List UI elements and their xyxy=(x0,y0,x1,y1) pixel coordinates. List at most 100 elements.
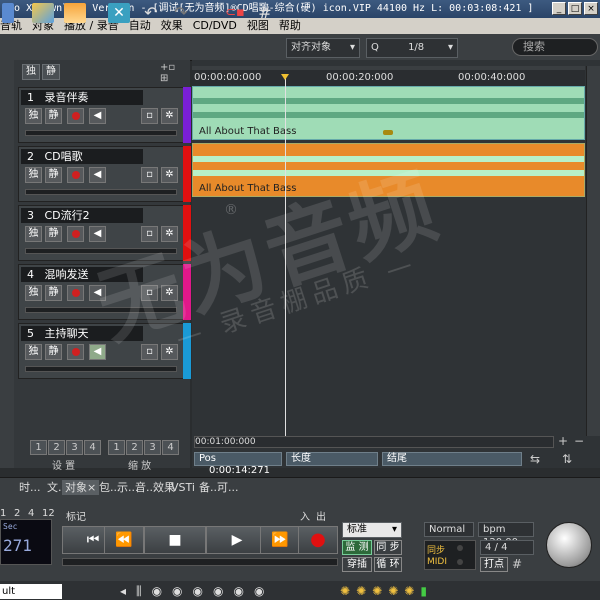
marker-num-2[interactable]: 2 xyxy=(14,508,20,519)
mute-button[interactable]: 静 xyxy=(45,108,62,124)
tab-object[interactable]: 对象× xyxy=(62,480,100,495)
fx-icon-5[interactable]: ✺ xyxy=(404,584,420,598)
lock-icon[interactable]: ▫ xyxy=(141,285,158,301)
zoom-num-2[interactable]: 2 xyxy=(126,440,143,455)
solo-button[interactable]: 独 xyxy=(25,167,42,183)
zoom-out-h-icon[interactable]: − xyxy=(574,435,586,448)
mute-button[interactable]: 静 xyxy=(45,285,62,301)
fit-h-icon[interactable]: ⇆ xyxy=(530,452,540,466)
punch-button[interactable]: 穿插 xyxy=(342,557,372,572)
snap-mode-dropdown[interactable]: 对齐对象 ▾ xyxy=(286,38,360,58)
play-button[interactable]: ▶ xyxy=(206,526,268,554)
zoom-num-1[interactable]: 1 xyxy=(108,440,125,455)
global-mute-button[interactable]: 静 xyxy=(42,64,60,80)
record-arm-button[interactable] xyxy=(67,108,84,124)
sync-button[interactable]: 同 步 xyxy=(374,540,402,555)
fx-snowflake-icon[interactable]: ✲ xyxy=(161,108,178,124)
record-arm-button[interactable] xyxy=(67,344,84,360)
settings-num-2[interactable]: 2 xyxy=(48,440,65,455)
eye-icon-4[interactable]: ◉ xyxy=(213,584,233,598)
marker-num-3[interactable]: 4 xyxy=(28,508,34,519)
draw-tool-icon[interactable] xyxy=(32,3,54,23)
menu-item-help[interactable]: 帮助 xyxy=(279,18,301,34)
restore-icon[interactable]: □ xyxy=(568,2,582,15)
edit-tool-icon[interactable] xyxy=(2,3,14,23)
bpm-field[interactable]: bpm 120.00 xyxy=(478,522,534,548)
tab-more[interactable]: 可... xyxy=(214,480,242,495)
mixer-icon[interactable]: ⫼ xyxy=(136,584,152,598)
click-button[interactable]: 打点 xyxy=(480,557,508,572)
spectrum-icon[interactable]: ▮ xyxy=(420,584,433,598)
master-volume-knob[interactable] xyxy=(546,522,592,568)
zoom-dropdown[interactable]: Q 1/8 ▾ xyxy=(366,38,458,58)
close-icon[interactable]: × xyxy=(584,2,598,15)
fx-icon-4[interactable]: ✺ xyxy=(388,584,404,598)
marker-num-1[interactable]: 1 xyxy=(0,508,6,519)
track-4-title[interactable]: 4 混响发送 xyxy=(21,267,143,282)
track-2-title[interactable]: 2 CD唱歌 xyxy=(21,149,143,164)
metronome-grid-icon[interactable]: # xyxy=(512,557,522,571)
monitor-speaker-icon[interactable]: ◀ xyxy=(89,226,106,242)
fx-icon-3[interactable]: ✺ xyxy=(372,584,388,598)
undo-icon[interactable]: ↶ xyxy=(140,3,162,23)
mute-button[interactable]: 静 xyxy=(45,226,62,242)
end-field[interactable]: 结尾 xyxy=(382,452,522,466)
zoom-in-h-icon[interactable]: + xyxy=(558,435,570,448)
monitor-speaker-icon[interactable]: ◀ xyxy=(89,167,106,183)
time-ruler[interactable]: 00:00:00:000 00:00:20:000 00:00:40:000 xyxy=(192,66,585,87)
solo-button[interactable]: 独 xyxy=(25,285,42,301)
eye-icon-2[interactable]: ◉ xyxy=(172,584,192,598)
playhead-cursor[interactable] xyxy=(285,76,286,446)
eye-icon-6[interactable]: ◉ xyxy=(254,584,274,598)
horizontal-scrollbar[interactable]: 00:01:00:000 xyxy=(194,436,554,448)
length-field[interactable]: 长度 xyxy=(286,452,378,466)
marker-num-4[interactable]: 12 xyxy=(42,508,55,519)
position-field[interactable]: Pos 0:00:14:271 xyxy=(194,452,282,476)
minimize-icon[interactable]: _ xyxy=(552,2,566,15)
fast-forward-button[interactable]: ⏩ xyxy=(260,526,300,554)
lock-icon[interactable]: ▫ xyxy=(141,108,158,124)
grid-icon[interactable]: # xyxy=(254,3,276,23)
stop-button[interactable]: ■ xyxy=(144,526,206,554)
solo-button[interactable]: 独 xyxy=(25,344,42,360)
monitor-speaker-icon[interactable]: ◀ xyxy=(89,108,106,124)
zoom-num-3[interactable]: 3 xyxy=(144,440,161,455)
fit-v-icon[interactable]: ⇅ xyxy=(562,452,572,466)
track-1-title[interactable]: 1 录音伴奏 xyxy=(21,90,143,105)
settings-num-4[interactable]: 4 xyxy=(84,440,101,455)
settings-num-1[interactable]: 1 xyxy=(30,440,47,455)
volume-tool-icon[interactable] xyxy=(64,3,86,23)
lock-icon[interactable]: ▫ xyxy=(141,344,158,360)
audio-clip-2[interactable]: All About That Bass xyxy=(192,143,585,197)
volume-handle-icon[interactable] xyxy=(383,130,393,135)
track-panel-menu-icon[interactable]: +▫ ⊞ xyxy=(160,62,184,84)
record-arm-button[interactable] xyxy=(67,226,84,242)
audio-clip-1[interactable]: All About That Bass xyxy=(192,86,585,140)
record-button[interactable]: ● xyxy=(298,526,338,554)
fx-snowflake-icon[interactable]: ✲ xyxy=(161,344,178,360)
global-solo-button[interactable]: 独 xyxy=(22,64,40,80)
crossfade-tool-icon[interactable]: ✕ xyxy=(108,3,130,23)
playhead-marker-icon[interactable] xyxy=(281,74,289,80)
track-5-title[interactable]: 5 主持聊天 xyxy=(21,326,143,341)
fx-snowflake-icon[interactable]: ✲ xyxy=(161,167,178,183)
fx-icon-1[interactable]: ✺ xyxy=(340,584,356,598)
settings-num-3[interactable]: 3 xyxy=(66,440,83,455)
record-arm-button[interactable] xyxy=(67,285,84,301)
zoom-num-4[interactable]: 4 xyxy=(162,440,179,455)
arrow-left-icon[interactable]: ◂ xyxy=(120,584,136,598)
mode-select[interactable]: 标准 ▾ xyxy=(342,522,402,538)
eye-icon-3[interactable]: ◉ xyxy=(193,584,213,598)
fx-snowflake-icon[interactable]: ✲ xyxy=(161,285,178,301)
monitor-speaker-icon[interactable]: ◀ xyxy=(89,344,106,360)
fx-icon-2[interactable]: ✺ xyxy=(356,584,372,598)
lock-icon[interactable]: ▫ xyxy=(141,167,158,183)
fx-snowflake-icon[interactable]: ✲ xyxy=(161,226,178,242)
vertical-scrollbar[interactable] xyxy=(586,66,600,436)
record-arm-button[interactable] xyxy=(67,167,84,183)
search-input[interactable]: 搜索 xyxy=(512,38,598,56)
eye-icon-5[interactable]: ◉ xyxy=(234,584,254,598)
bottom-select[interactable]: ult xyxy=(0,584,62,599)
magnet-snap-icon[interactable]: ⊂▪ xyxy=(224,3,246,23)
mute-button[interactable]: 静 xyxy=(45,344,62,360)
